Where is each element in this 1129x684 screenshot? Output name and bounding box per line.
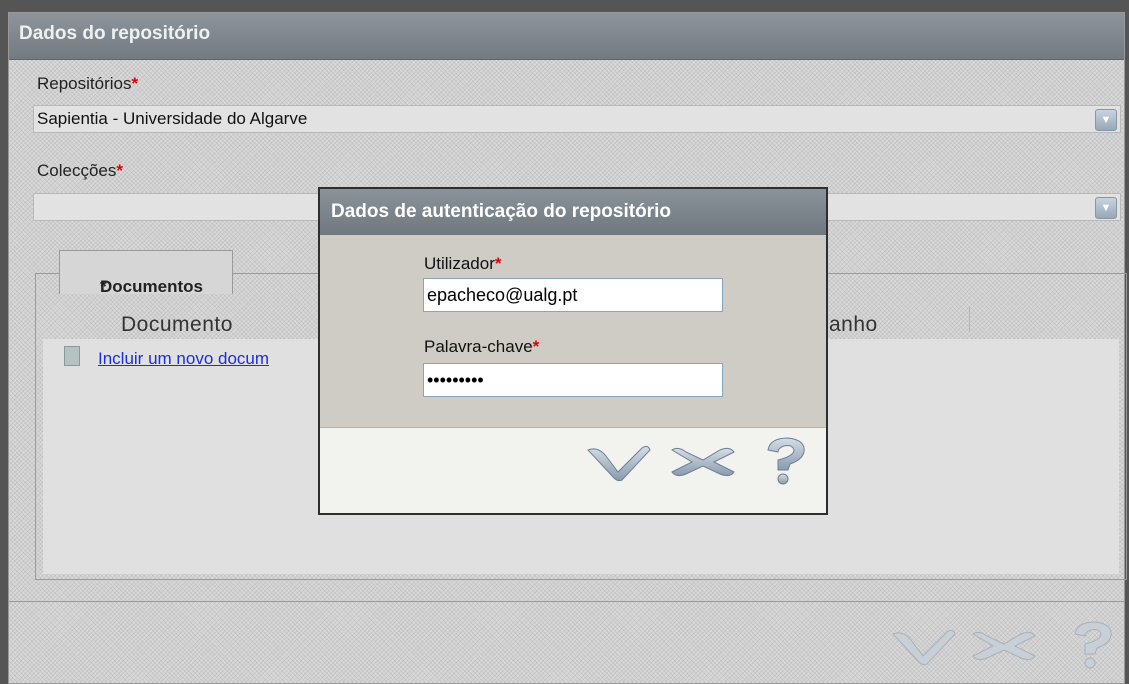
column-header-documento[interactable]: Documento [121,313,233,337]
help-icon[interactable] [760,436,810,486]
utilizador-label: Utilizador* [424,254,502,273]
panel-titlebar: Dados do repositório [9,13,1124,60]
column-header-tamanho[interactable]: anho [829,313,878,337]
checkmark-icon[interactable] [584,442,654,482]
coleccoes-label: Colecções* [37,161,123,180]
help-icon[interactable] [1067,620,1117,670]
auth-dialog: Dados de autenticação do repositório Uti… [318,187,828,515]
close-icon[interactable] [969,628,1039,664]
checkmark-icon[interactable] [889,626,959,666]
add-document-link[interactable]: Incluir um novo docum [98,349,269,369]
chevron-down-icon[interactable]: ▼ [1095,109,1117,131]
dialog-footer [320,427,826,513]
required-marker: * [131,74,139,93]
document-icon [64,346,80,366]
tab-documentos[interactable]: Documentos * [59,250,233,296]
dialog-titlebar: Dados de autenticação do repositório [320,189,826,235]
palavra-chave-label: Palavra-chave* [424,337,540,356]
utilizador-input[interactable] [423,278,723,312]
repositorios-select[interactable]: Sapientia - Universidade do Algarve ▼ [33,105,1121,133]
panel-footer [9,601,1124,684]
dialog-title: Dados de autenticação do repositório [331,201,671,222]
close-icon[interactable] [668,444,738,480]
required-marker: * [116,161,123,180]
repositorios-select-value: Sapientia - Universidade do Algarve [37,109,308,128]
palavra-chave-input[interactable] [423,363,723,397]
panel-title: Dados do repositório [19,23,211,44]
column-separator [969,307,970,331]
chevron-down-icon[interactable]: ▼ [1095,197,1117,219]
repositorios-label: Repositórios* [37,74,139,93]
